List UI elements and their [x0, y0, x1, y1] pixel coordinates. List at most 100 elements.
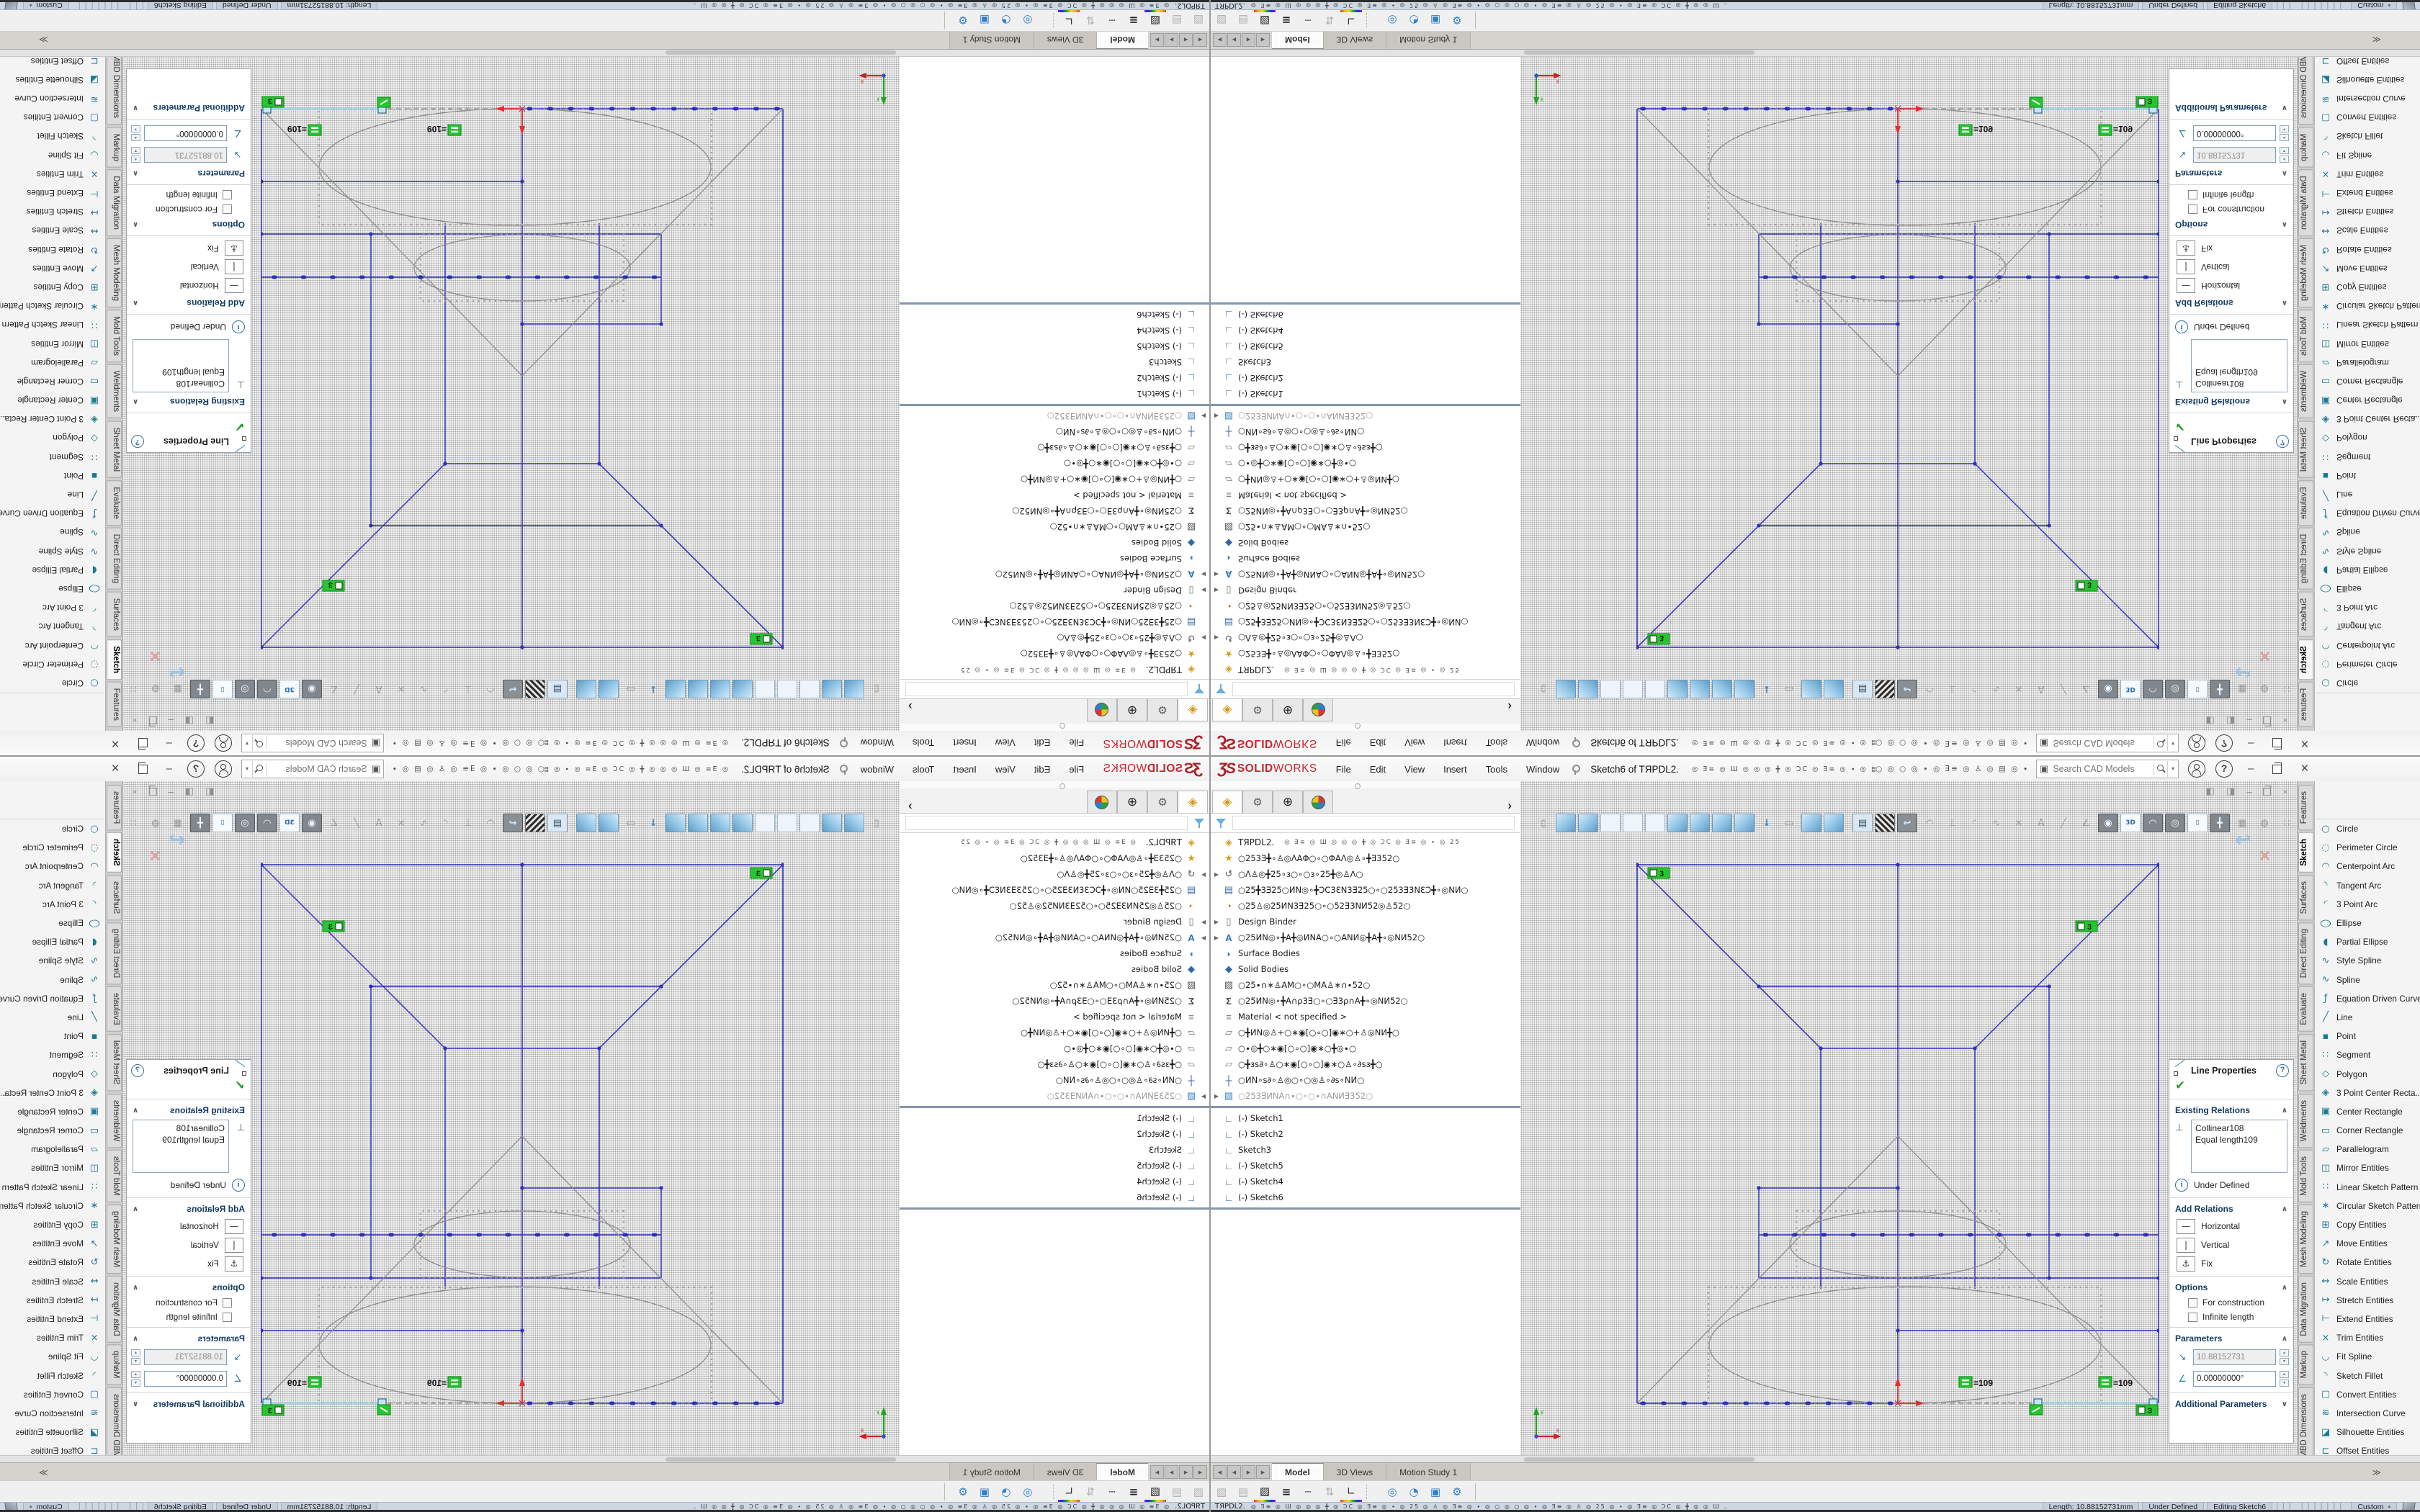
expand-panel-icon[interactable]: ›	[908, 798, 913, 813]
menu-item-spline[interactable]: ∿Spline	[2315, 971, 2420, 989]
tab-weldments[interactable]: Weldments	[107, 364, 122, 418]
line-thickness-icon[interactable]: ≡	[1276, 12, 1297, 29]
cancel-sketch-icon[interactable]: ×	[2259, 845, 2270, 867]
text-tool-icon[interactable]: A	[2031, 680, 2051, 698]
lofted-boss-icon[interactable]	[710, 814, 730, 832]
configurationmanager-tab[interactable]: ⊕	[1273, 699, 1303, 721]
relation-badge-parallel-right[interactable]: 3	[2076, 580, 2097, 591]
expand-arrow-icon[interactable]: ▶	[1211, 935, 1222, 941]
tab-evaluate[interactable]: Evaluate	[2298, 480, 2313, 526]
checkbox-icon[interactable]	[223, 191, 232, 200]
filter-icon[interactable]	[1193, 818, 1205, 828]
revolve-boss-icon[interactable]	[822, 814, 842, 832]
menu-file[interactable]: File	[1336, 738, 1351, 749]
tab-direct-editing[interactable]: Direct Editing	[107, 528, 122, 590]
view-sketches-icon[interactable]: ◉	[2098, 814, 2118, 832]
tree-item-sensors[interactable]: ▤○25╋3Ǝ25○ИN◎∘╋ƆC3ƐN3Ǝ25○∘○253Ǝ3NƐƆ╋∘◎NИ…	[1211, 882, 1520, 898]
tab-mesh-modeling[interactable]: Mesh Modeling	[2298, 1205, 2313, 1274]
add-relation-vertical[interactable]: |Vertical	[127, 258, 251, 276]
menu-item-perimeter-circle[interactable]: ◌Perimeter Circle	[0, 838, 105, 857]
pin-icon[interactable]	[841, 739, 849, 748]
zebra-stripes-icon[interactable]	[1875, 680, 1895, 698]
tab-sketch[interactable]: Sketch	[2298, 832, 2313, 873]
tree-item-sketch[interactable]: ∟(-) Sketch1	[1211, 386, 1520, 402]
chevron-up-icon[interactable]: ∧	[2282, 1107, 2287, 1115]
scrollbar-thumb[interactable]	[666, 50, 896, 55]
tree-item-surface-bodies[interactable]: ◗Surface Bodies	[900, 551, 1209, 567]
relation-badge-equal-left[interactable]: =109	[427, 124, 461, 135]
splitter-knob[interactable]	[1059, 783, 1065, 789]
tab-mbd-dimensions[interactable]: MBD Dimensions	[107, 1387, 122, 1464]
tree-item-equations[interactable]: Σ○25ИN◎∘╋Α∩ρ3Ǝ○∘○Ǝ3ρ∩Α╋∘◎NИ52○	[1211, 993, 1520, 1009]
tab-markup[interactable]: Markup	[107, 127, 122, 167]
menu-item-style-spline[interactable]: ∿Style Spline	[2315, 951, 2420, 970]
section-add-relations[interactable]: Add Relations ∧	[127, 1201, 251, 1217]
relations-listbox[interactable]: Collinear108Equal length109	[2191, 339, 2287, 392]
tree-item-plane[interactable]: ▱○╋ɜs∂∘♙○∗◉[○∘○]◉∗○♙∘∂sɜ╋○	[900, 1056, 1209, 1072]
menu-item-fit-spline[interactable]: ◡Fit Spline	[2315, 146, 2420, 165]
search-icon[interactable]	[253, 737, 266, 750]
menu-item-trim-entities[interactable]: ×Trim Entities	[0, 165, 105, 184]
tab-data-migration[interactable]: Data Migration	[2298, 170, 2313, 237]
tree-item-sensors[interactable]: ▤○25╋3Ǝ25○ИN◎∘╋ƆC3ƐN3Ǝ25○∘○253Ǝ3NƐƆ╋∘◎NИ…	[900, 614, 1209, 630]
menu-item-line[interactable]: ╱Line	[2315, 1008, 2420, 1027]
menu-item-ellipse[interactable]: ○Ellipse	[0, 914, 105, 932]
menu-item-circle[interactable]: ○Circle	[2315, 819, 2420, 838]
section-options[interactable]: Options ∧	[127, 217, 251, 233]
spline-tool-icon[interactable]: ∿	[413, 814, 434, 832]
smart-dimension-icon[interactable]: ⊥	[1942, 814, 1962, 832]
lofted-boss-icon[interactable]	[1690, 814, 1710, 832]
revolve-cut-icon[interactable]	[1645, 814, 1665, 832]
tree-item-equations[interactable]: Σ○25ИN◎∘╋Α∩ρ3Ǝ○∘○Ǝ3ρ∩Α╋∘◎NИ52○	[900, 993, 1209, 1009]
expand-arrow-icon[interactable]: ▶	[1198, 572, 1209, 578]
add-relation-horizontal[interactable]: —Horizontal	[127, 1217, 251, 1236]
settings-gear-icon[interactable]: ⚙	[952, 1483, 974, 1500]
menu-edit[interactable]: Edit	[1034, 738, 1050, 749]
fillet-icon[interactable]	[666, 680, 686, 698]
extrude-cut-icon[interactable]	[799, 680, 820, 698]
tree-item-notes[interactable]: ▨○25∙∩∗♙ΑM○∘○MΑ♙∗∩∙52○	[900, 977, 1209, 993]
length-field[interactable]: 10.88152731	[2193, 1349, 2276, 1365]
tree-item-plane[interactable]: ▱○╋ɜs∂∘♙○∗◉[○∘○]◉∗○♙∘∂sɜ╋○	[1211, 1056, 1520, 1072]
menu-item-copy-entities[interactable]: ⊞Copy Entities	[0, 1215, 105, 1234]
menu-item-polygon[interactable]: ◇Polygon	[2315, 428, 2420, 447]
measure-icon[interactable]: ∠	[2076, 680, 2096, 698]
menu-view[interactable]: View	[1404, 738, 1425, 749]
menu-item-style-spline[interactable]: ∿Style Spline	[2315, 542, 2420, 561]
search-input[interactable]	[266, 763, 369, 775]
menu-window[interactable]: Window	[861, 764, 894, 775]
fillet-tool-icon[interactable]: ◜	[436, 680, 456, 698]
insert-part-icon[interactable]: ↓	[1757, 680, 1777, 698]
close-button[interactable]: ×	[2300, 764, 2308, 774]
menu-item-style-spline[interactable]: ∿Style Spline	[0, 951, 105, 970]
search-icon[interactable]	[2154, 737, 2167, 750]
revolve-boss-icon[interactable]	[1578, 814, 1598, 832]
menu-item-spline[interactable]: ∿Spline	[2315, 523, 2420, 541]
tree-item-sketch-active[interactable]: ∟(-) Sketch6	[1211, 1189, 1520, 1205]
expand-arrow-icon[interactable]: ▶	[1198, 919, 1209, 925]
filter-icon[interactable]	[1215, 684, 1227, 694]
relation-badge-parallel-top[interactable]: 3	[1648, 634, 1670, 644]
tab-evaluate[interactable]: Evaluate	[107, 480, 122, 526]
menu-item-mirror-entities[interactable]: ◫Mirror Entities	[2315, 1158, 2420, 1177]
help-icon[interactable]: ?	[2276, 1064, 2289, 1077]
filter-icon[interactable]	[1215, 818, 1227, 828]
minimize-button[interactable]: –	[2248, 738, 2254, 748]
fillet-icon[interactable]	[666, 814, 686, 832]
tree-item-sketch-active[interactable]: ∟(-) Sketch2	[900, 370, 1209, 386]
relation-badge-parallel-bottom[interactable]: 3	[2136, 1405, 2158, 1416]
relation-badge-equal-right[interactable]: =109	[2099, 124, 2133, 135]
layer-icon[interactable]: ▤	[1232, 1483, 1254, 1500]
smart-dimension-icon[interactable]: ⊥	[458, 680, 478, 698]
extrude-cut-icon[interactable]	[1600, 814, 1621, 832]
tab-sheet-metal[interactable]: Sheet Metal	[107, 420, 122, 477]
checkbox-icon[interactable]	[223, 1298, 232, 1308]
tree-root-item[interactable]: ◈ TЯPDL2. ◎ Ǝ≡ ◎ Ш ◎ ◎ ◎ ╋ ◎ ƆC ◎ Ǝ≡ ◎ ∙…	[900, 662, 1209, 678]
tab-model[interactable]: Model	[1272, 1463, 1324, 1481]
relation-badge-parallel-bottom[interactable]: 3	[262, 96, 284, 107]
menu-item-line[interactable]: ╱Line	[2315, 485, 2420, 504]
swept-boss-icon[interactable]	[1667, 680, 1688, 698]
view-planes-icon[interactable]: ▯	[2187, 814, 2208, 832]
chevron-up-icon[interactable]: ∧	[133, 221, 138, 229]
lofted-boss-icon[interactable]	[1690, 680, 1710, 698]
